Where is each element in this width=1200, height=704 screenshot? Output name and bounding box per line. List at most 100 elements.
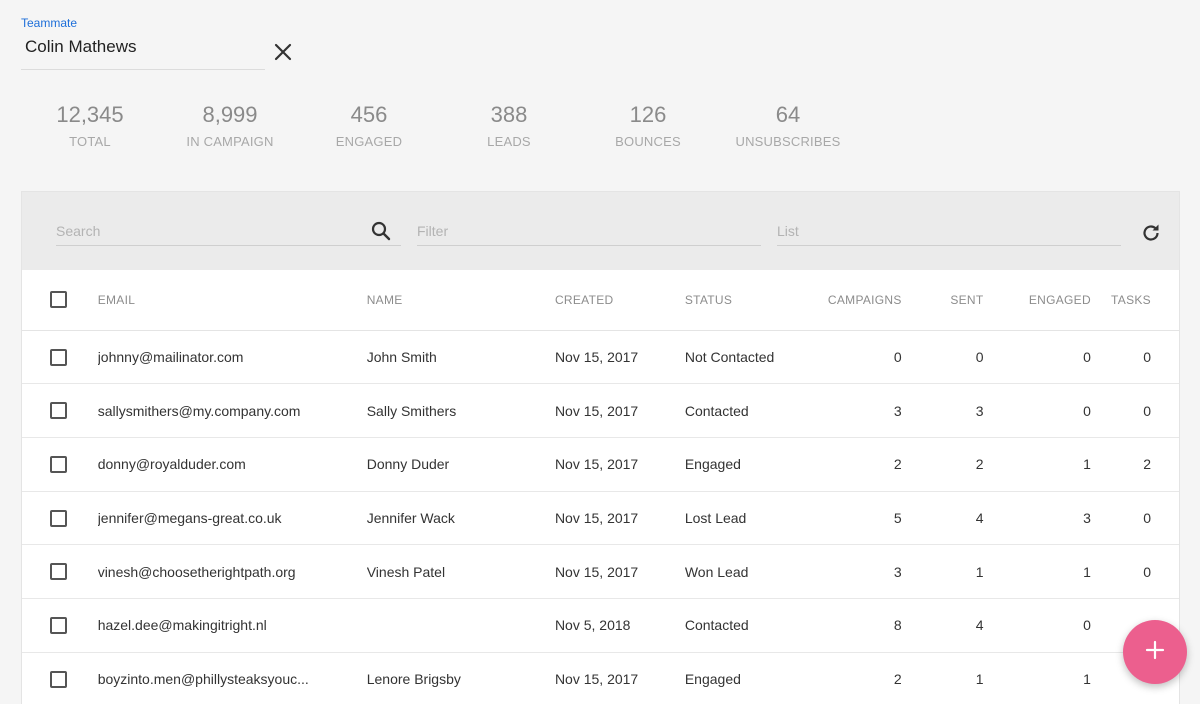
cell-sent: 4: [901, 598, 984, 653]
cell-tasks: 0: [1090, 330, 1179, 385]
stat-bounces: 126 BOUNCES: [583, 100, 713, 149]
col-campaigns[interactable]: CAMPAIGNS: [799, 270, 902, 331]
teammate-label: Teammate: [21, 16, 78, 30]
cell-name: Donny Duder: [366, 437, 555, 492]
row-checkbox-cell: [22, 330, 98, 385]
cell-tasks: 0: [1090, 383, 1179, 438]
cell-email: jennifer@megans-great.co.uk: [97, 491, 367, 546]
cell-status: Contacted: [684, 598, 800, 653]
close-icon[interactable]: [271, 40, 295, 64]
cell-created: Nov 15, 2017: [554, 437, 685, 492]
cell-status: Engaged: [684, 437, 800, 492]
contacts-table: EMAIL NAME CREATED STATUS CAMPAIGNS SENT…: [22, 270, 1179, 704]
cell-engaged: 1: [983, 544, 1091, 599]
cell-email: johnny@mailinator.com: [97, 330, 367, 385]
teammate-field[interactable]: Teammate Colin Mathews: [21, 16, 292, 70]
cell-tasks: 0: [1090, 491, 1179, 546]
table-row[interactable]: sallysmithers@my.company.com Sally Smith…: [22, 383, 1179, 438]
teammate-value[interactable]: Colin Mathews: [21, 30, 265, 64]
cell-engaged: 3: [983, 491, 1091, 546]
cell-status: Not Contacted: [684, 330, 800, 385]
stat-total: 12,345 TOTAL: [25, 100, 155, 149]
table-row[interactable]: jennifer@megans-great.co.uk Jennifer Wac…: [22, 491, 1179, 546]
stat-label: LEADS: [487, 134, 531, 149]
cell-engaged: 0: [983, 383, 1091, 438]
stat-value: 12,345: [56, 102, 124, 127]
stat-label: BOUNCES: [615, 134, 681, 149]
table-row[interactable]: hazel.dee@makingitright.nl Nov 5, 2018 C…: [22, 598, 1179, 653]
cell-name: Vinesh Patel: [366, 544, 555, 599]
cell-created: Nov 15, 2017: [554, 544, 685, 599]
cell-campaigns: 3: [799, 383, 902, 438]
cell-campaigns: 2: [799, 437, 902, 492]
list-input[interactable]: [777, 218, 1121, 244]
cell-email: boyzinto.men@phillysteaksyouc...: [97, 652, 367, 704]
row-checkbox-cell: [22, 544, 98, 599]
col-tasks[interactable]: TASKS: [1090, 270, 1179, 331]
col-sent[interactable]: SENT: [901, 270, 984, 331]
row-checkbox-cell: [22, 437, 98, 492]
search-icon[interactable]: [369, 219, 393, 243]
row-checkbox-cell: [22, 652, 98, 704]
table-row[interactable]: vinesh@choosetherightpath.org Vinesh Pat…: [22, 544, 1179, 599]
cell-campaigns: 2: [799, 652, 902, 704]
row-checkbox-cell: [22, 491, 98, 546]
row-checkbox[interactable]: [50, 509, 67, 527]
select-all-checkbox[interactable]: [50, 291, 67, 309]
refresh-icon[interactable]: [1139, 221, 1163, 245]
row-checkbox[interactable]: [50, 563, 67, 581]
table-header-row: EMAIL NAME CREATED STATUS CAMPAIGNS SENT…: [22, 270, 1179, 331]
cell-email: sallysmithers@my.company.com: [97, 383, 367, 438]
search-field[interactable]: [56, 218, 401, 246]
plus-icon: [1144, 639, 1166, 666]
row-checkbox[interactable]: [50, 348, 67, 366]
filter-field[interactable]: [417, 218, 761, 246]
cell-email: hazel.dee@makingitright.nl: [97, 598, 367, 653]
row-checkbox[interactable]: [50, 617, 67, 635]
col-status[interactable]: STATUS: [684, 270, 800, 331]
row-checkbox[interactable]: [50, 402, 67, 420]
search-input[interactable]: [56, 218, 401, 244]
row-checkbox-cell: [22, 383, 98, 438]
cell-status: Won Lead: [684, 544, 800, 599]
cell-name: John Smith: [366, 330, 555, 385]
table-row[interactable]: boyzinto.men@phillysteaksyouc... Lenore …: [22, 652, 1179, 704]
row-checkbox[interactable]: [50, 456, 67, 474]
row-checkbox[interactable]: [50, 670, 67, 688]
cell-sent: 1: [901, 544, 984, 599]
cell-engaged: 1: [983, 652, 1091, 704]
stat-value: 456: [350, 102, 388, 127]
stat-label: ENGAGED: [335, 134, 403, 149]
cell-campaigns: 5: [799, 491, 902, 546]
col-name[interactable]: NAME: [366, 270, 555, 331]
cell-name: Sally Smithers: [366, 383, 555, 438]
table-row[interactable]: johnny@mailinator.com John Smith Nov 15,…: [22, 330, 1179, 385]
cell-sent: 3: [901, 383, 984, 438]
cell-created: Nov 15, 2017: [554, 652, 685, 704]
cell-tasks: 0: [1090, 544, 1179, 599]
stat-in-campaign: 8,999 IN CAMPAIGN: [165, 100, 295, 149]
add-contact-button[interactable]: [1123, 620, 1187, 684]
table-row[interactable]: donny@royalduder.com Donny Duder Nov 15,…: [22, 437, 1179, 492]
cell-created: Nov 5, 2018: [554, 598, 685, 653]
stat-value: 388: [490, 102, 528, 127]
stat-leads: 388 LEADS: [444, 100, 574, 149]
cell-email: donny@royalduder.com: [97, 437, 367, 492]
cell-sent: 0: [901, 330, 984, 385]
col-email[interactable]: EMAIL: [97, 270, 367, 331]
cell-campaigns: 0: [799, 330, 902, 385]
toolbar: [22, 192, 1179, 270]
list-field[interactable]: [777, 218, 1121, 246]
cell-sent: 4: [901, 491, 984, 546]
cell-campaigns: 3: [799, 544, 902, 599]
stat-label: IN CAMPAIGN: [186, 134, 274, 149]
stat-value: 126: [629, 102, 667, 127]
cell-status: Contacted: [684, 383, 800, 438]
col-engaged[interactable]: ENGAGED: [983, 270, 1091, 331]
col-created[interactable]: CREATED: [554, 270, 685, 331]
filter-input[interactable]: [417, 218, 761, 244]
stat-label: UNSUBSCRIBES: [735, 134, 841, 149]
cell-campaigns: 8: [799, 598, 902, 653]
cell-email: vinesh@choosetherightpath.org: [97, 544, 367, 599]
cell-created: Nov 15, 2017: [554, 330, 685, 385]
